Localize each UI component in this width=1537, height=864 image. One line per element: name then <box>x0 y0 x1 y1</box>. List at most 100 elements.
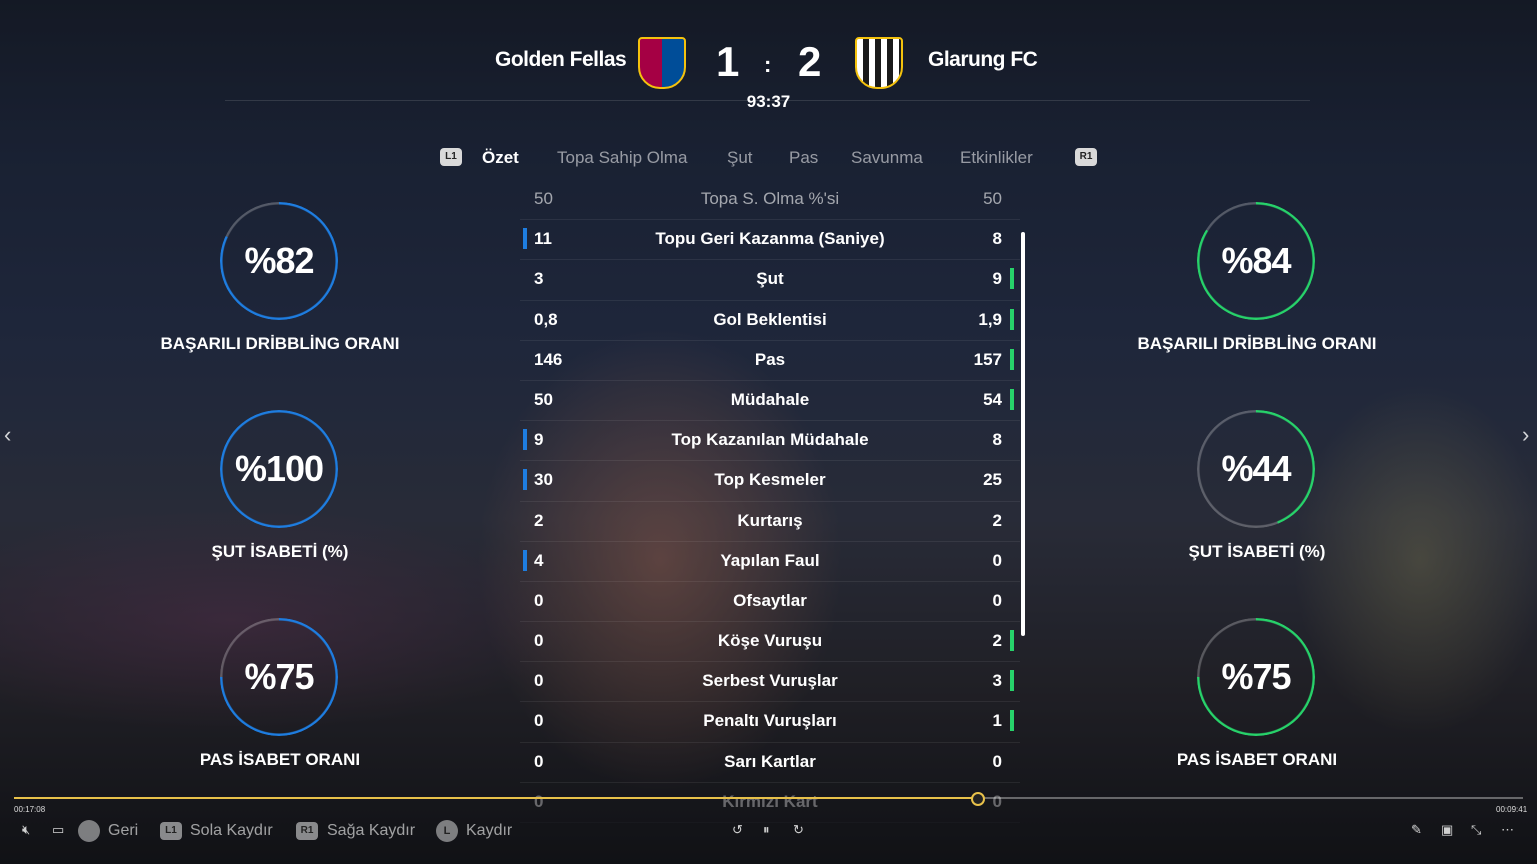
stat-row: 0 Sarı Kartlar 0 <box>520 743 1020 783</box>
stat-label: Yapılan Faul <box>720 550 820 570</box>
rewind-icon[interactable]: ↺ <box>732 822 743 838</box>
home-ring-center: %75 <box>220 618 338 736</box>
home-team-name: Golden Fellas <box>495 48 627 71</box>
stat-row: 30 Top Kesmeler 25 <box>520 461 1020 502</box>
stat-row: 0 Kırmızı Kart 0 <box>520 783 1020 823</box>
stat-away-value: 9 <box>992 269 1002 289</box>
previous-arrow-icon[interactable]: ‹ <box>4 422 11 448</box>
tab-sut[interactable]: Şut <box>727 148 753 168</box>
slide-left-control[interactable]: Sola Kaydır <box>190 822 273 840</box>
stat-row: 11 Topu Geri Kazanma (Saniye) 8 <box>520 220 1020 261</box>
stat-away-value: 3 <box>992 671 1002 691</box>
stat-label: Sarı Kartlar <box>724 751 816 771</box>
left-stick-badge: L <box>436 820 458 842</box>
tab-topa-sahip-olma[interactable]: Topa Sahip Olma <box>557 148 687 168</box>
away-ring-value: %44 <box>1221 448 1291 489</box>
stat-away-value: 54 <box>983 389 1002 409</box>
stat-row: 0 Ofsaytlar 0 <box>520 582 1020 623</box>
next-arrow-icon[interactable]: › <box>1522 422 1529 448</box>
home-ring-label: ŞUT İSABETİ (%) <box>211 542 349 561</box>
back-control[interactable]: Geri <box>108 822 138 840</box>
stat-row: 146 Pas 157 <box>520 341 1020 381</box>
away-ring-label: BAŞARILI DRİBBLİNG ORANI <box>1137 334 1377 353</box>
picture-in-picture-icon[interactable]: ▣ <box>1441 822 1453 838</box>
r1-control-badge: R1 <box>296 822 318 840</box>
stat-row: 0,8 Gol Beklentisi 1,9 <box>520 301 1020 341</box>
forward-icon[interactable]: ↻ <box>793 822 804 838</box>
home-score: 1 <box>716 38 740 85</box>
subtitles-icon[interactable]: ▭ <box>52 822 64 838</box>
r1-button-badge[interactable]: R1 <box>1075 148 1097 166</box>
away-score: 2 <box>798 38 822 85</box>
stat-row: 4 Yapılan Faul 0 <box>520 542 1020 582</box>
stat-away-value: 1 <box>992 711 1002 731</box>
l1-button-badge[interactable]: L1 <box>440 148 462 166</box>
tab-savunma[interactable]: Savunma <box>851 148 923 168</box>
stat-away-value: 2 <box>992 631 1002 651</box>
scroll-control[interactable]: Kaydır <box>466 822 512 840</box>
stat-away-value: 0 <box>992 751 1002 771</box>
away-team-crest <box>855 37 903 89</box>
home-ring-value: %100 <box>234 448 324 489</box>
stat-row: 0 Köşe Vuruşu 2 <box>520 622 1020 663</box>
edit-icon[interactable]: ✎ <box>1411 822 1422 838</box>
elapsed-time: 00:17:08 <box>14 805 46 814</box>
stat-row: 9 Top Kazanılan Müdahale 8 <box>520 421 1020 462</box>
l1-control-badge: L1 <box>160 822 182 840</box>
away-ring-center: %84 <box>1197 202 1315 320</box>
stat-away-value: 8 <box>992 430 1002 450</box>
stat-away-value: 25 <box>983 470 1002 490</box>
stat-row: 3 Şut 9 <box>520 260 1020 301</box>
stat-label: Kurtarış <box>737 510 803 530</box>
pause-icon[interactable]: ⏸︎ <box>763 822 770 838</box>
stat-label: Ofsaytlar <box>733 590 807 610</box>
stats-table: 50 Topa S. Olma %'si 50 11 Topu Geri Kazanma… <box>520 180 1020 823</box>
away-ring-center: %75 <box>1197 618 1315 736</box>
away-team-name: Glarung FC <box>928 48 1038 71</box>
stat-label: Şut <box>756 269 784 289</box>
stat-label: Pas <box>754 349 786 369</box>
stat-away-value: 50 <box>983 189 1002 208</box>
stat-row: 50 Topa S. Olma %'si 50 <box>520 180 1020 221</box>
minimize-icon[interactable]: ⤡ <box>1471 822 1481 838</box>
stat-row: 2 Kurtarış 2 <box>520 502 1020 542</box>
stat-label: Gol Beklentisi <box>713 309 827 329</box>
home-ring-center: %82 <box>220 202 338 320</box>
circle-button-icon <box>78 820 100 842</box>
stat-away-value: 157 <box>973 349 1002 369</box>
home-ring-center: %100 <box>220 410 338 528</box>
stat-label: Serbest Vuruşlar <box>702 671 838 691</box>
progress-knob[interactable] <box>971 792 985 806</box>
stat-label: Müdahale <box>730 389 810 409</box>
tab-pas[interactable]: Pas <box>789 148 818 168</box>
stat-row: 0 Serbest Vuruşlar 3 <box>520 662 1020 703</box>
stat-away-value: 0 <box>992 550 1002 570</box>
stats-scrollbar[interactable] <box>1021 232 1025 636</box>
stat-label: Penaltı Vuruşları <box>703 711 837 731</box>
home-team-crest <box>638 37 686 89</box>
stat-away-value: 8 <box>992 229 1002 249</box>
stat-row: 50 Müdahale 54 <box>520 381 1020 422</box>
mute-icon[interactable]: 🔇︎ <box>22 822 30 838</box>
stat-row: 0 Penaltı Vuruşları 1 <box>520 702 1020 743</box>
away-ring-value: %75 <box>1221 656 1291 697</box>
remaining-time: 00:09:41 <box>1496 805 1528 814</box>
home-ring-value: %82 <box>244 240 314 281</box>
home-ring-value: %75 <box>244 656 314 697</box>
away-ring-center: %44 <box>1197 410 1315 528</box>
match-clock: 93:37 <box>746 92 791 111</box>
progress-fill <box>14 797 978 799</box>
score-separator: : <box>764 52 772 77</box>
more-options-icon[interactable]: ⋯ <box>1501 822 1514 838</box>
stat-label: Top Kazanılan Müdahale <box>671 430 869 450</box>
stat-away-value: 0 <box>992 590 1002 610</box>
slide-right-control[interactable]: Sağa Kaydır <box>327 822 415 840</box>
away-ring-value: %84 <box>1221 240 1291 281</box>
tab-ozet[interactable]: Özet <box>482 148 519 168</box>
stat-label: Topu Geri Kazanma (Saniye) <box>655 229 885 249</box>
away-ring-label: PAS İSABET ORANI <box>1176 750 1338 769</box>
tab-etkinlikler[interactable]: Etkinlikler <box>960 148 1033 168</box>
home-ring-label: PAS İSABET ORANI <box>199 750 361 769</box>
stat-away-value: 1,9 <box>978 309 1002 329</box>
stat-label: Kırmızı Kart <box>722 791 818 811</box>
